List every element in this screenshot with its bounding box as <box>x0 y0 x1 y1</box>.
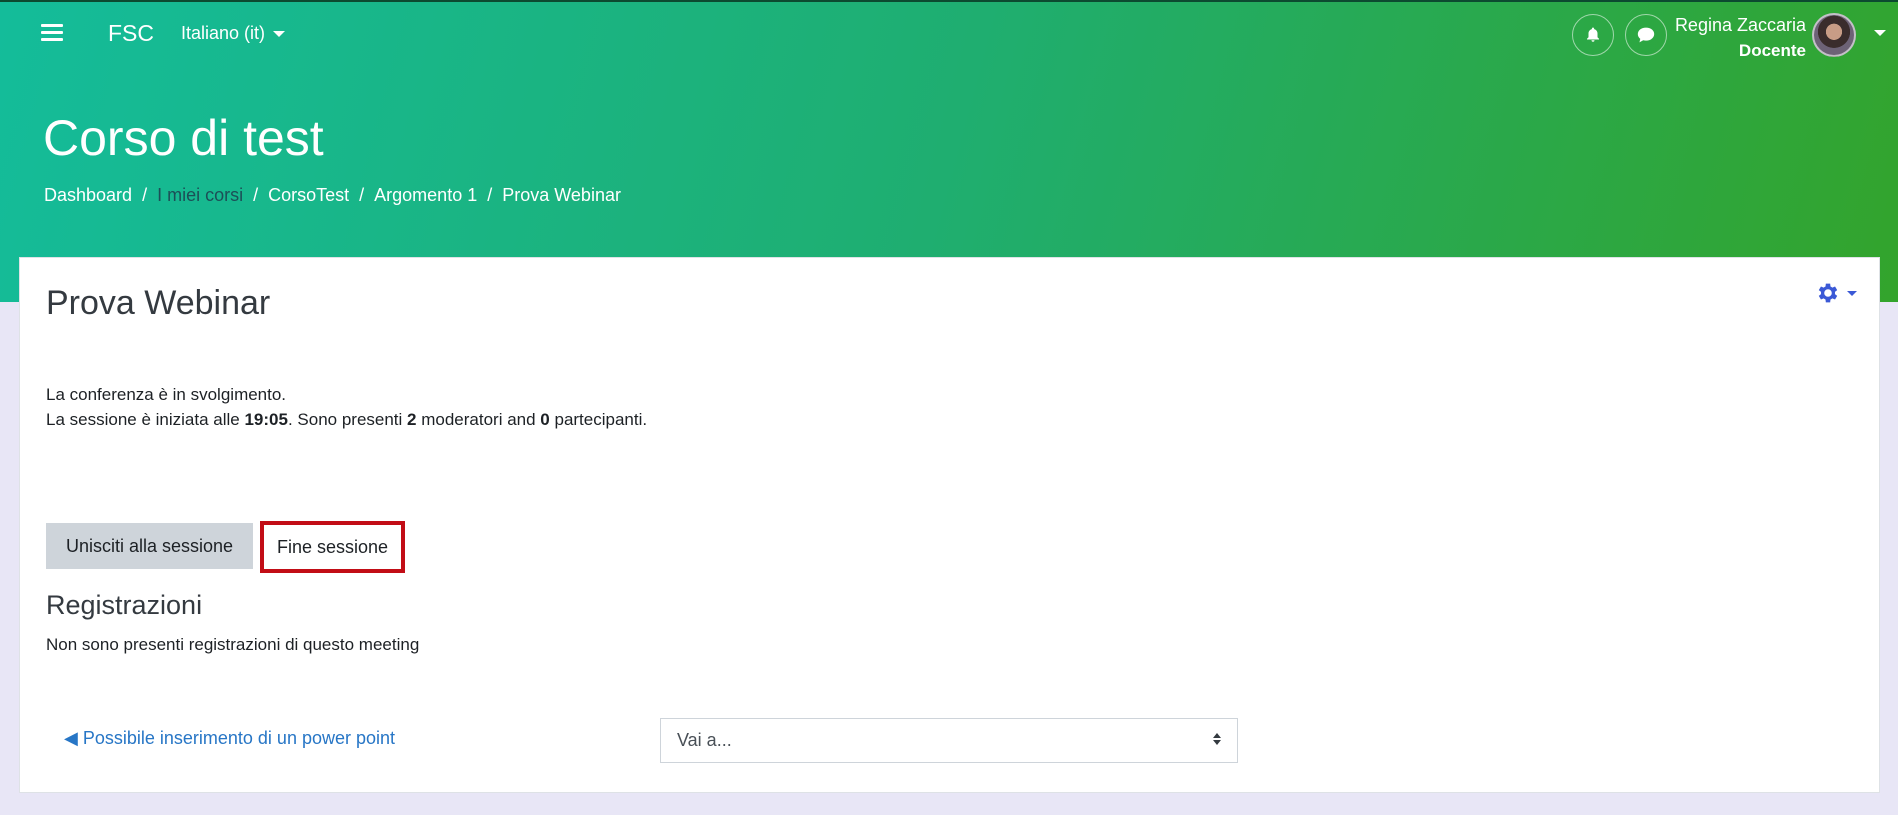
breadcrumb-course[interactable]: CorsoTest <box>268 185 349 205</box>
jump-to-value: Vai a... <box>677 730 732 750</box>
moderators-label: moderatori and <box>416 410 541 429</box>
participants-count: 0 <box>540 410 550 429</box>
chevron-down-icon <box>273 31 286 38</box>
breadcrumb-topic[interactable]: Argomento 1 <box>374 185 477 205</box>
session-start-time: 19:05 <box>244 410 288 429</box>
session-status: La conferenza è in svolgimento. La sessi… <box>46 382 647 432</box>
site-brand[interactable]: FSC <box>108 20 154 47</box>
hamburger-menu-icon[interactable] <box>41 24 63 44</box>
user-name[interactable]: Regina Zaccaria <box>1675 15 1806 36</box>
status-line-1: La conferenza è in svolgimento. <box>46 385 287 404</box>
breadcrumb: Dashboard / I miei corsi / CorsoTest / Argomen… <box>44 185 621 205</box>
settings-menu-button[interactable] <box>1815 280 1857 306</box>
recordings-empty-message: Non sono presenti registrazioni di quest… <box>46 635 420 654</box>
avatar[interactable] <box>1812 13 1856 57</box>
recordings-heading: Registrazioni <box>46 590 203 620</box>
moderators-count: 2 <box>407 410 417 429</box>
chevron-down-icon[interactable] <box>1874 30 1886 36</box>
jump-to-select[interactable]: Vai a... <box>660 718 1238 763</box>
chat-bubble-icon <box>1637 27 1655 43</box>
breadcrumb-my-courses[interactable]: I miei corsi <box>157 185 243 205</box>
breadcrumb-dashboard[interactable]: Dashboard <box>44 185 132 205</box>
language-selector[interactable]: Italiano (it) <box>181 23 286 44</box>
main-content-card: Prova Webinar La conferenza è in svolgim… <box>19 257 1880 793</box>
messages-button[interactable] <box>1625 14 1667 56</box>
end-session-button[interactable]: Fine sessione <box>260 521 405 573</box>
previous-activity-link[interactable]: ◀ Possibile inserimento di un power poin… <box>64 728 395 749</box>
status-line-2: La sessione è iniziata alle 19:05. Sono … <box>46 407 647 432</box>
language-label: Italiano (it) <box>181 23 266 43</box>
status-prefix: La sessione è iniziata alle <box>46 410 245 429</box>
user-role: Docente <box>1738 41 1806 60</box>
notifications-button[interactable] <box>1572 14 1614 56</box>
status-middle: . Sono presenti <box>287 410 408 429</box>
select-arrows-icon <box>1213 733 1221 745</box>
gear-icon <box>1818 283 1838 303</box>
chevron-down-icon <box>1847 290 1857 296</box>
bell-icon <box>1587 27 1599 42</box>
page-title: Prova Webinar <box>46 284 271 322</box>
join-session-button[interactable]: Unisciti alla sessione <box>46 523 253 569</box>
participants-label: partecipanti. <box>549 410 648 429</box>
breadcrumb-current[interactable]: Prova Webinar <box>502 185 621 205</box>
course-title: Corso di test <box>43 110 324 166</box>
